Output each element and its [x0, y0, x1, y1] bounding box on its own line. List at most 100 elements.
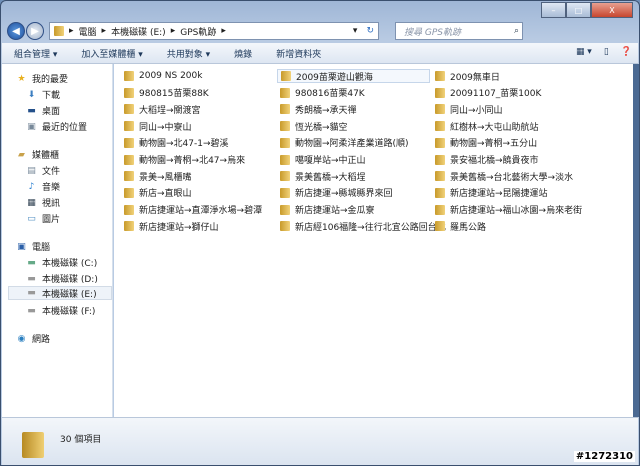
minimize-button[interactable]: –	[541, 2, 566, 18]
folder-name: 恆光橋→貓空	[295, 122, 348, 133]
nav-favorites[interactable]: ★ 我的最愛	[16, 72, 68, 86]
breadcrumb-drive[interactable]: 本機磁碟 (E:)	[111, 25, 166, 38]
view-options-icon[interactable]: ▦ ▾	[576, 47, 592, 57]
search-input[interactable]: 搜尋 GPS軌跡 ⌕	[395, 22, 523, 40]
forward-button[interactable]: ▶	[26, 22, 44, 40]
folder-item[interactable]: 新店經106福隆→往行北宜公路回台北	[277, 219, 446, 233]
nav-drive-f[interactable]: ▬ 本機磁碟 (F:)	[26, 304, 95, 318]
folder-item[interactable]: 新店捷運站→獅仔山	[121, 219, 219, 233]
folder-item[interactable]: 動物園→北47-1→碧溪	[121, 136, 229, 150]
folder-icon	[124, 104, 134, 115]
folder-item[interactable]: 羅馬公路	[432, 219, 486, 233]
search-icon[interactable]: ⌕	[514, 26, 519, 36]
folder-icon	[435, 221, 445, 232]
navigation-pane: ★ 我的最愛 ⬇ 下載 ▬ 桌面 ▣ 最近的位置 ▰ 媒體櫃 ▤ 文件 ♪ 音樂 ▦ 視訊 ▭ 圖…	[2, 64, 113, 417]
folder-item[interactable]: 景安福北橋→饒貴夜市	[432, 153, 539, 167]
folder-item[interactable]: 新店捷運站→金瓜寮	[277, 203, 375, 217]
downloads-icon: ⬇	[27, 89, 36, 100]
folder-item[interactable]: 秀朗橋→承天禪	[277, 102, 357, 116]
folder-name: 大稻埕→關渡宮	[139, 105, 201, 116]
folder-item[interactable]: 大稻埕→關渡宮	[121, 102, 201, 116]
folder-item[interactable]: 新店捷運站→直潭淨水場→碧潭	[121, 203, 262, 217]
watermark: #1272310	[573, 451, 635, 462]
folder-icon	[124, 171, 134, 182]
folder-icon	[22, 432, 44, 458]
nav-downloads[interactable]: ⬇ 下載	[26, 88, 60, 102]
folder-item[interactable]: 同山→小同山	[432, 102, 503, 116]
folder-item[interactable]: 動物園→菁桐→五分山	[432, 136, 537, 150]
dropdown-icon[interactable]: ▾	[353, 26, 358, 36]
folder-item[interactable]: 新店捷運站→昆陽捷運站	[432, 186, 548, 200]
folder-name: 動物園→阿柔洋產業道路(順)	[295, 139, 409, 150]
folder-icon	[124, 187, 134, 198]
folder-name: 新店捷運站→金瓜寮	[295, 206, 375, 217]
folder-name: 景美舊橋→台北藝術大學→淡水	[450, 172, 574, 183]
folder-name: 2009 NS 200k	[139, 71, 203, 81]
breadcrumb-folder[interactable]: GPS軌跡	[180, 25, 216, 38]
nav-music[interactable]: ♪ 音樂	[26, 180, 60, 194]
nav-documents[interactable]: ▤ 文件	[26, 164, 60, 178]
folder-item[interactable]: 20091107_苗栗100K	[432, 86, 541, 100]
nav-network[interactable]: ◉ 網路	[16, 332, 50, 346]
folder-item[interactable]: 景美舊橋→台北藝術大學→淡水	[432, 169, 573, 183]
nav-computer[interactable]: ▣ 電腦	[16, 240, 50, 254]
share-button[interactable]: 共用對象 ▾	[155, 47, 222, 60]
nav-videos[interactable]: ▦ 視訊	[26, 196, 60, 210]
folder-item[interactable]: 動物園→菁桐→北47→烏來	[121, 153, 245, 167]
folder-item[interactable]: 恆光橋→貓空	[277, 119, 348, 133]
folder-item[interactable]: 980816苗栗47K	[277, 86, 365, 100]
folder-icon	[435, 154, 445, 165]
folder-icon	[280, 154, 290, 165]
preview-pane-icon[interactable]: ▯	[604, 47, 609, 57]
folder-item[interactable]: 2009苗栗遊山觀海	[277, 69, 430, 83]
organize-button[interactable]: 組合管理 ▾	[2, 47, 69, 60]
nav-drive-e[interactable]: ▬ 本機磁碟 (E:)	[8, 286, 112, 300]
include-library-button[interactable]: 加入至媒體櫃 ▾	[69, 47, 154, 60]
close-button[interactable]: X	[591, 2, 633, 18]
folder-name: 新店捷運站→獅仔山	[139, 222, 219, 233]
refresh-icon[interactable]: ↻	[366, 26, 374, 36]
folder-item[interactable]: 新店→直眼山	[121, 186, 192, 200]
folder-icon	[280, 137, 290, 148]
folder-name: 景美→風櫃嘴	[139, 172, 192, 183]
video-icon: ▦	[27, 197, 36, 208]
folder-icon	[435, 171, 445, 182]
folder-item[interactable]: 同山→中寮山	[121, 119, 192, 133]
folder-item[interactable]: 紅樹林→大屯山助航站	[432, 119, 539, 133]
folder-item[interactable]: 2009無車日	[432, 69, 500, 83]
back-button[interactable]: ◀	[7, 22, 25, 40]
folder-name: 動物園→菁桐→北47→烏來	[139, 156, 246, 166]
window-border	[633, 64, 639, 417]
toolbar: 組合管理 ▾ 加入至媒體櫃 ▾ 共用對象 ▾ 燒錄 新增資料夾 ▦ ▾ ▯ ❓	[2, 43, 638, 64]
status-bar: 30 個項目	[2, 417, 638, 465]
folder-item[interactable]: 新店捷運站→福山冰園→烏來老街	[432, 203, 582, 217]
folder-item[interactable]: 2009 NS 200k	[121, 69, 202, 83]
folder-icon	[124, 121, 134, 132]
address-bar[interactable]: ▸ 電腦 ▸ 本機磁碟 (E:) ▸ GPS軌跡 ▸ ▾ ↻	[49, 22, 379, 40]
folder-item[interactable]: 新店捷運→縣城縣界來回	[277, 186, 393, 200]
nav-drive-c[interactable]: ▬ 本機磁碟 (C:)	[26, 256, 97, 270]
folder-icon	[435, 204, 445, 215]
breadcrumb-computer[interactable]: 電腦	[79, 25, 97, 38]
nav-libraries[interactable]: ▰ 媒體櫃	[16, 148, 59, 162]
folder-icon	[124, 204, 134, 215]
maximize-button[interactable]: □	[566, 2, 591, 18]
nav-drive-d[interactable]: ▬ 本機磁碟 (D:)	[26, 272, 98, 286]
nav-recent[interactable]: ▣ 最近的位置	[26, 120, 87, 134]
folder-item[interactable]: 景美→風櫃嘴	[121, 169, 192, 183]
folder-item[interactable]: 景美舊橋→大稻埕	[277, 169, 366, 183]
folder-name: 新店捷運站→昆陽捷運站	[450, 189, 548, 200]
folder-item[interactable]: 動物園→阿柔洋產業道路(順)	[277, 136, 409, 150]
help-icon[interactable]: ❓	[621, 47, 632, 57]
nav-desktop[interactable]: ▬ 桌面	[26, 104, 60, 118]
nav-pictures[interactable]: ▭ 圖片	[26, 212, 60, 226]
burn-button[interactable]: 燒錄	[222, 47, 264, 60]
new-folder-button[interactable]: 新增資料夾	[264, 47, 333, 60]
folder-item[interactable]: 980815苗栗88K	[121, 86, 209, 100]
folder-name: 紅樹林→大屯山助航站	[450, 122, 539, 133]
desktop-icon: ▬	[27, 105, 36, 116]
folder-name: 同山→中寮山	[139, 122, 192, 133]
folder-icon	[435, 187, 445, 198]
file-list: 2009 NS 200k 980815苗栗88K 大稻埕→關渡宮 同山→中寮山動物園→…	[114, 64, 633, 417]
folder-item[interactable]: 噶嗄岸站→中正山	[277, 153, 366, 167]
